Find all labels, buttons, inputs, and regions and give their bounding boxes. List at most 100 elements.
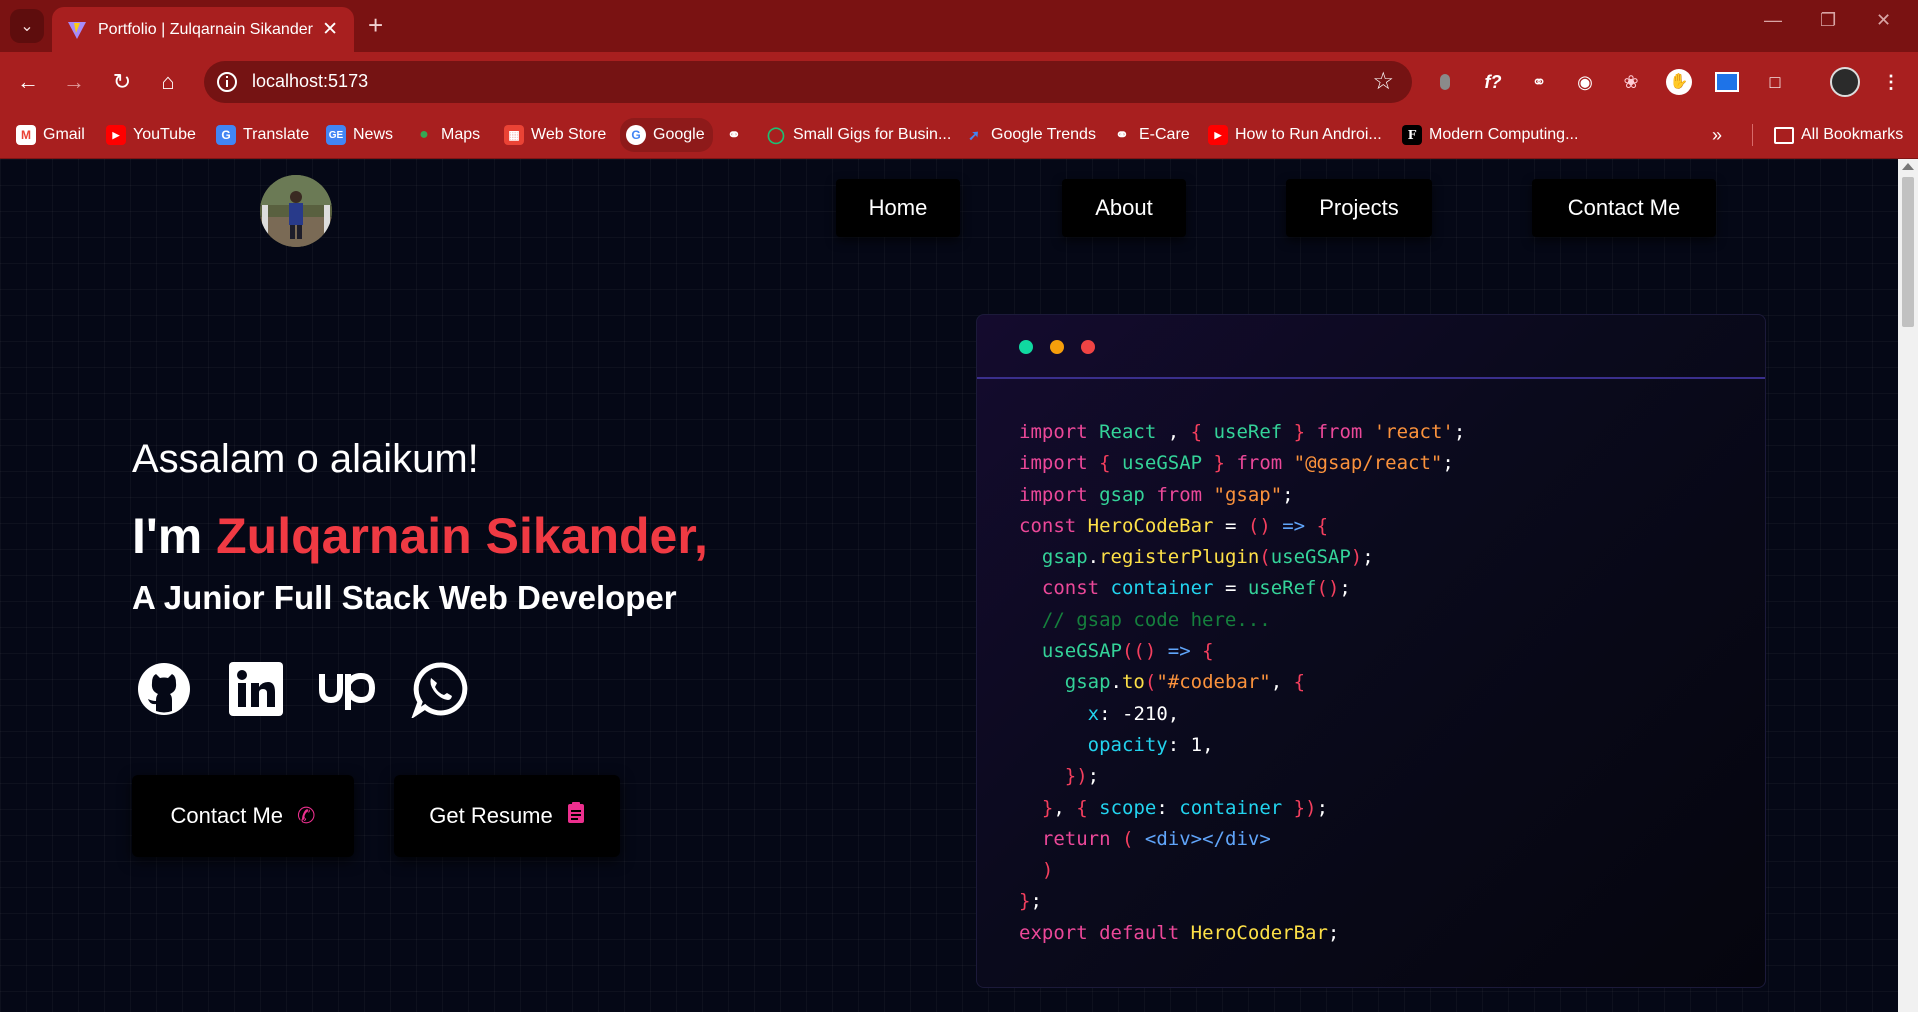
- gmail-icon: M: [16, 125, 36, 145]
- site-info-icon[interactable]: [214, 69, 240, 95]
- bookmark-globe[interactable]: ⚭: [724, 122, 751, 148]
- bookmark-label: Google Trends: [991, 126, 1096, 143]
- bookmark-how-to-run[interactable]: ▶ How to Run Androi...: [1208, 122, 1382, 148]
- bookmark-webstore[interactable]: ▦ Web Store: [504, 122, 606, 148]
- restore-icon[interactable]: ❐: [1820, 10, 1836, 31]
- whatsapp-icon[interactable]: [410, 659, 470, 719]
- bookmark-fiverr[interactable]: ◯ Small Gigs for Busin...: [766, 122, 951, 148]
- code-line: const HeroCodeBar = () => {: [1019, 514, 1329, 537]
- globe-icon: ⚭: [1115, 127, 1129, 144]
- all-bookmarks-button[interactable]: All Bookmarks: [1774, 122, 1903, 148]
- hero-greeting: Assalam o alaikum!: [132, 437, 479, 481]
- code-line: };: [1019, 890, 1042, 913]
- bookmark-modern-computing[interactable]: F Modern Computing...: [1402, 122, 1578, 148]
- bookmark-label: Gmail: [43, 126, 85, 143]
- contact-me-button[interactable]: Contact Me ✆: [132, 775, 354, 857]
- profile-avatar-icon[interactable]: [1830, 67, 1860, 97]
- bookmark-label: Modern Computing...: [1429, 126, 1579, 143]
- adblock-extension-icon[interactable]: ✋: [1664, 67, 1694, 97]
- code-line: // gsap code here...: [1019, 608, 1271, 631]
- document-icon: [567, 802, 585, 830]
- get-resume-button[interactable]: Get Resume: [394, 775, 620, 857]
- maps-icon: ●: [419, 126, 429, 143]
- google-icon: G: [626, 125, 646, 145]
- minimize-icon[interactable]: —: [1764, 10, 1782, 31]
- youtube-icon: ▶: [106, 125, 126, 145]
- page-scrollbar[interactable]: [1898, 159, 1918, 1012]
- window-close-icon[interactable]: ✕: [1876, 10, 1891, 31]
- active-tab[interactable]: Portfolio | Zulqarnain Sikander ✕: [52, 7, 354, 52]
- green-dot-icon: [1019, 340, 1033, 354]
- bookmark-label: Small Gigs for Busin...: [793, 126, 952, 143]
- code-line: }, { scope: container });: [1041, 796, 1329, 819]
- fiverr-icon: ◯: [767, 127, 785, 144]
- scroll-thumb[interactable]: [1902, 177, 1914, 327]
- back-icon[interactable]: ←: [12, 66, 44, 98]
- hero-name: Zulqarnain Sikander,: [216, 508, 708, 564]
- nav-home-label: Home: [868, 195, 928, 220]
- trends-icon: ➚: [968, 126, 980, 143]
- owl-extension-icon[interactable]: ◉: [1570, 67, 1600, 97]
- chevron-down-icon: ⌄: [20, 18, 34, 35]
- screen-extension-icon[interactable]: [1712, 67, 1742, 97]
- upwork-icon[interactable]: [318, 659, 378, 719]
- bookmark-label: Translate: [243, 126, 310, 143]
- bug-extension-icon[interactable]: ❀: [1616, 67, 1646, 97]
- contact-me-label: Contact Me: [170, 803, 284, 828]
- code-line: ): [1041, 859, 1054, 882]
- new-tab-button[interactable]: +: [368, 12, 383, 38]
- nav-contact[interactable]: Contact Me: [1532, 179, 1716, 237]
- reload-icon[interactable]: ↻: [106, 66, 138, 98]
- github-icon[interactable]: [134, 659, 194, 719]
- bookmark-translate[interactable]: G Translate: [216, 122, 309, 148]
- code-line: const container = useRef();: [1041, 577, 1351, 600]
- globe-icon: ⚭: [727, 127, 741, 144]
- bookmark-star-icon[interactable]: ☆: [1372, 67, 1394, 96]
- orange-dot-icon: [1050, 340, 1064, 354]
- all-bookmarks-label: All Bookmarks: [1801, 126, 1904, 143]
- news-icon: GE: [326, 125, 346, 145]
- code-line: import gsap from "gsap";: [1019, 483, 1294, 506]
- browser-toolbar: ← → ↻ ⌂ localhost:5173 ☆ f? ⚭ ◉ ❀ ✋ □ ⋮: [0, 52, 1918, 112]
- code-line: useGSAP(() => {: [1041, 640, 1214, 663]
- red-dot-icon: [1081, 340, 1095, 354]
- extension-icon[interactable]: [1430, 67, 1460, 97]
- hero-headline: I'm Zulqarnain Sikander,: [132, 507, 708, 565]
- bookmark-news[interactable]: GE News: [326, 122, 393, 148]
- folder-icon: [1774, 126, 1794, 144]
- kebab-menu-icon[interactable]: ⋮: [1876, 67, 1906, 97]
- linkedin-icon[interactable]: [226, 659, 286, 719]
- more-bookmarks-icon[interactable]: »: [1712, 122, 1722, 148]
- globe-extension-icon[interactable]: ⚭: [1524, 67, 1554, 97]
- forward-icon[interactable]: →: [58, 66, 90, 98]
- tab-search-button[interactable]: ⌄: [10, 9, 44, 43]
- profile-avatar[interactable]: [260, 175, 332, 247]
- bookmark-google[interactable]: G Google: [620, 118, 713, 152]
- nav-about[interactable]: About: [1062, 179, 1186, 237]
- bookmark-label: YouTube: [133, 126, 196, 143]
- page-viewport: Home About Projects Contact Me Assalam o…: [0, 159, 1898, 1012]
- nav-home[interactable]: Home: [836, 179, 960, 237]
- bookmark-youtube[interactable]: ▶ YouTube: [106, 122, 196, 148]
- phone-icon: ✆: [297, 803, 316, 828]
- webstore-icon: ▦: [504, 125, 524, 145]
- bookmark-gmail[interactable]: M Gmail: [16, 122, 85, 148]
- bookmark-ecare[interactable]: ⚭ E-Care: [1112, 122, 1189, 148]
- puzzle-extensions-icon[interactable]: □: [1760, 67, 1790, 97]
- bookmark-label: Web Store: [531, 126, 607, 143]
- scroll-up-icon[interactable]: [1902, 163, 1914, 170]
- fx-extension-icon[interactable]: f?: [1478, 67, 1508, 97]
- code-window: import React , { useRef } from 'react'; i…: [976, 314, 1766, 988]
- nav-contact-label: Contact Me: [1567, 195, 1681, 220]
- code-window-header: [977, 315, 1765, 379]
- code-line: gsap.to("#codebar", {: [1064, 671, 1306, 694]
- bookmark-google-trends[interactable]: ➚ Google Trends: [964, 122, 1096, 148]
- tab-title: Portfolio | Zulqarnain Sikander: [98, 20, 313, 38]
- bookmark-maps[interactable]: ● Maps: [414, 122, 480, 148]
- nav-projects[interactable]: Projects: [1286, 179, 1432, 237]
- home-icon[interactable]: ⌂: [152, 66, 184, 98]
- address-bar[interactable]: localhost:5173 ☆: [204, 61, 1412, 103]
- bookmark-label: How to Run Androi...: [1235, 126, 1382, 143]
- close-tab-icon[interactable]: ✕: [322, 18, 338, 41]
- tab-strip: ⌄ Portfolio | Zulqarnain Sikander ✕ + — …: [0, 0, 1918, 52]
